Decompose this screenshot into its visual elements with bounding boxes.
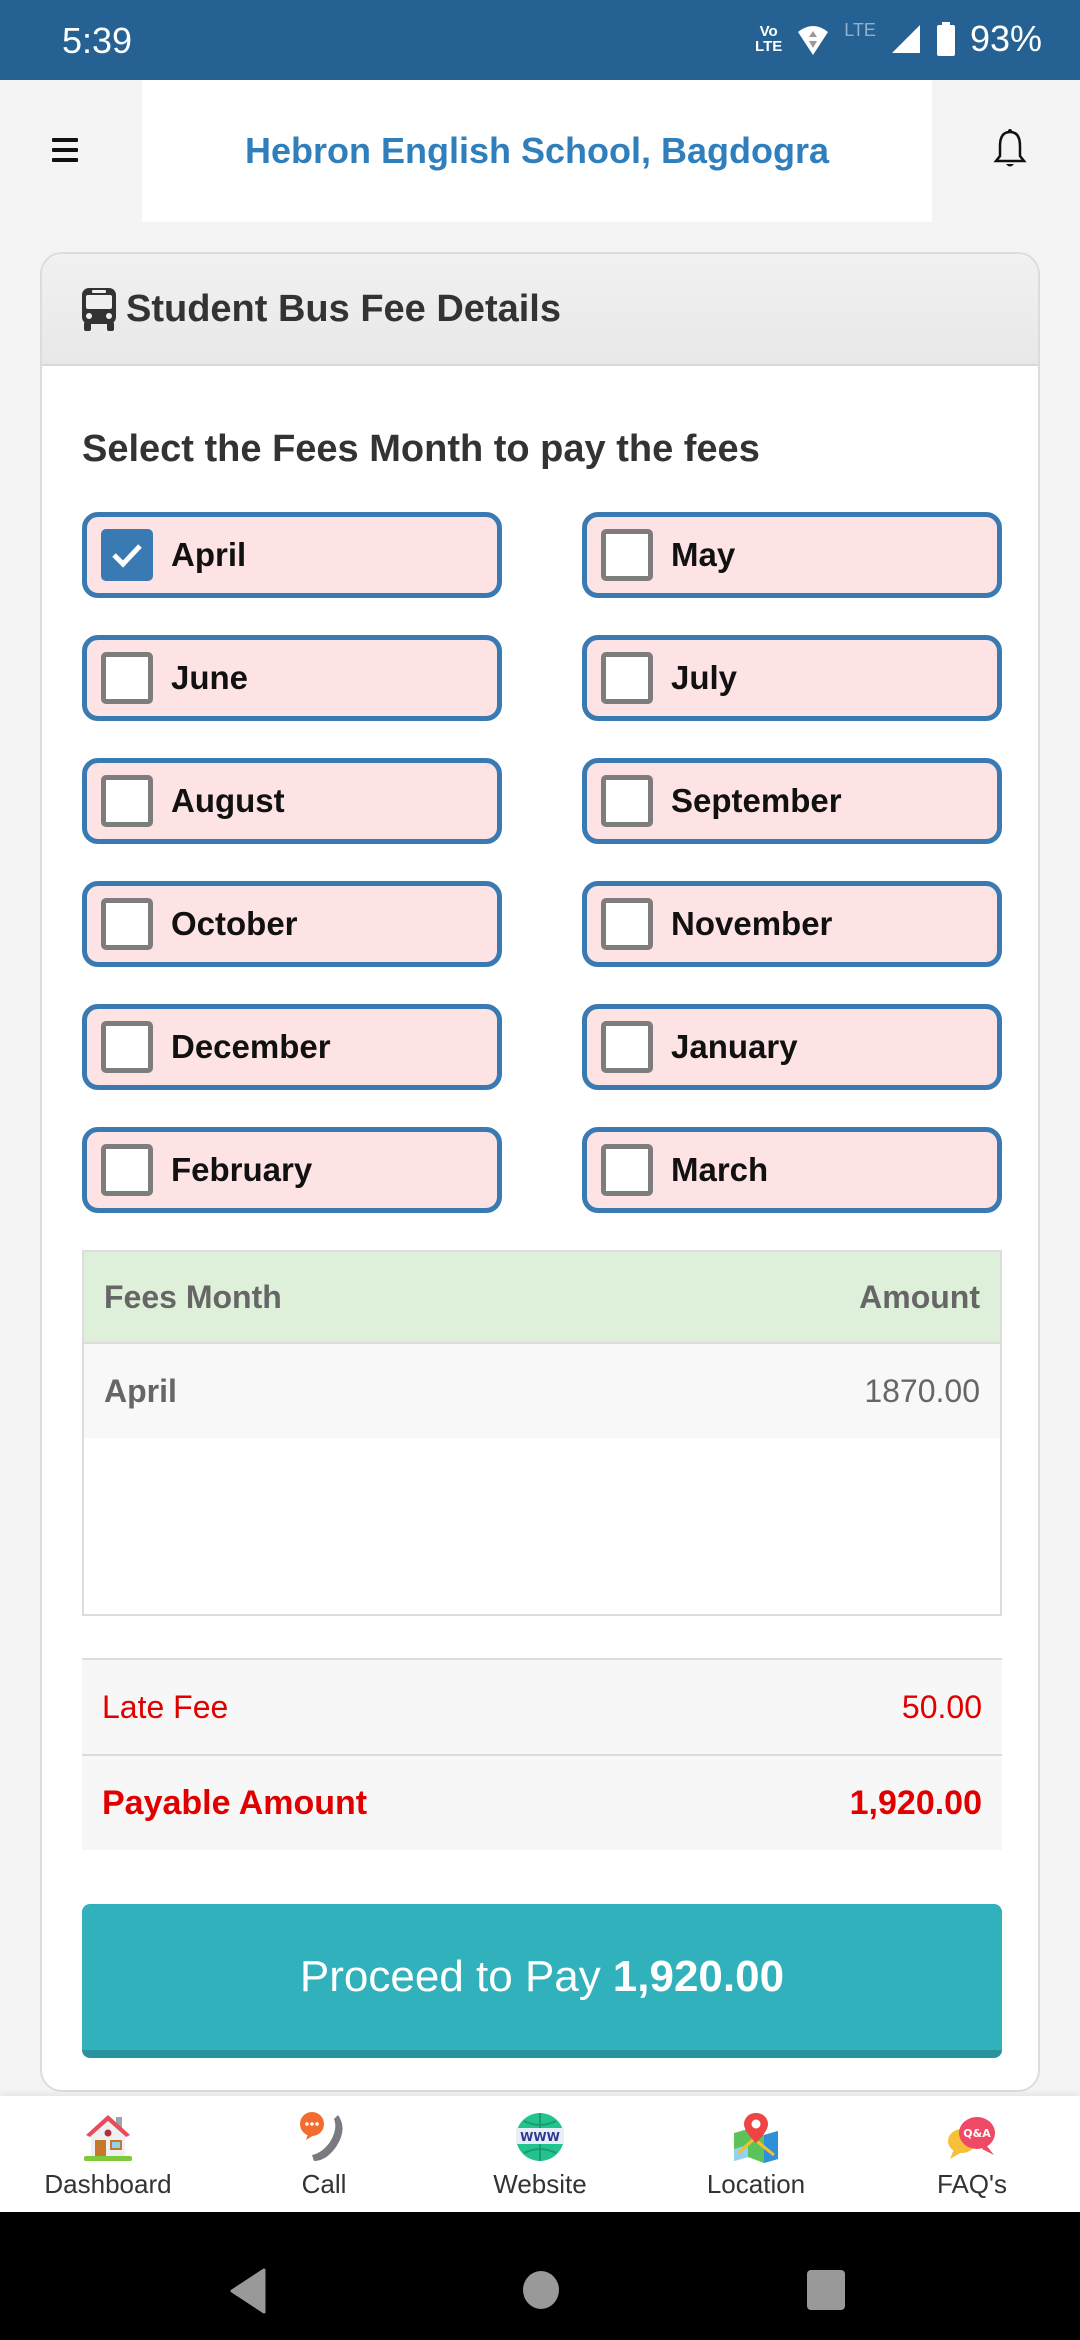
row-month: April <box>104 1372 177 1409</box>
battery-level: 93% <box>969 18 1042 59</box>
fee-summary: Late Fee 50.00 Payable Amount 1,920.00 <box>82 1658 1002 1850</box>
table-row: April 1870.00 <box>84 1344 1000 1438</box>
status-time: 5:39 <box>62 20 133 61</box>
payable-amount-label: Payable Amount <box>102 1783 368 1822</box>
map-pin-icon <box>734 2113 778 2163</box>
bottom-nav: Dashboard Call WWW Website Location Q&A … <box>0 2096 1080 2212</box>
phone-icon <box>300 2112 343 2161</box>
checkbox[interactable] <box>101 775 153 827</box>
checkbox[interactable] <box>601 652 653 704</box>
late-fee-value: 50.00 <box>901 1688 982 1725</box>
proceed-to-pay-button[interactable]: Proceed to Pay 1,920.00 <box>82 1904 1002 2058</box>
checkbox-checked[interactable] <box>101 529 153 581</box>
globe-www-icon: WWW <box>516 2113 564 2161</box>
bell-icon <box>993 129 1027 167</box>
month-option-june[interactable]: June <box>82 635 502 721</box>
section-title: Select the Fees Month to pay the fees <box>82 428 760 470</box>
nav-dashboard[interactable]: Dashboard <box>0 2096 216 2212</box>
month-option-may[interactable]: May <box>582 512 1002 598</box>
home-icon[interactable] <box>522 2270 560 2310</box>
checkbox[interactable] <box>601 1144 653 1196</box>
row-amount: 1870.00 <box>864 1372 980 1409</box>
checkbox[interactable] <box>601 1021 653 1073</box>
wifi-icon <box>798 26 829 55</box>
late-fee-label: Late Fee <box>102 1688 229 1725</box>
late-fee-row: Late Fee 50.00 <box>82 1658 1002 1754</box>
month-option-august[interactable]: August <box>82 758 502 844</box>
checkbox[interactable] <box>101 1021 153 1073</box>
month-option-july[interactable]: July <box>582 635 1002 721</box>
checkbox[interactable] <box>601 529 653 581</box>
system-nav-bar <box>0 2212 1080 2340</box>
header-title-area: Hebron English School, Bagdogra <box>142 80 932 222</box>
payable-amount-row: Payable Amount 1,920.00 <box>82 1754 1002 1850</box>
column-header-amount: Amount <box>859 1278 980 1315</box>
status-icons: Vo LTE LTE 93% <box>755 18 1042 60</box>
nav-website[interactable]: WWW Website <box>432 2096 648 2212</box>
payable-amount-value: 1,920.00 <box>849 1783 982 1822</box>
svg-text:Q&A: Q&A <box>963 2127 991 2140</box>
checkbox[interactable] <box>101 652 153 704</box>
back-icon[interactable] <box>228 2268 268 2314</box>
qa-bubble-icon: Q&A <box>948 2117 995 2159</box>
fee-table: Fees Month Amount April 1870.00 <box>82 1250 1002 1616</box>
house-icon <box>84 2115 132 2161</box>
month-selector: April May June July August September Oct… <box>82 512 1002 1213</box>
bus-icon <box>82 288 116 331</box>
hamburger-icon <box>52 138 78 142</box>
battery-icon <box>936 22 955 56</box>
nav-faqs[interactable]: Q&A FAQ's <box>864 2096 1080 2212</box>
checkbox[interactable] <box>601 775 653 827</box>
menu-button[interactable] <box>52 130 92 170</box>
month-option-september[interactable]: September <box>582 758 1002 844</box>
notification-button[interactable] <box>990 128 1030 172</box>
month-option-march[interactable]: March <box>582 1127 1002 1213</box>
app-header: Hebron English School, Bagdogra <box>0 80 1080 222</box>
svg-text:WWW: WWW <box>520 2130 560 2144</box>
pay-button-label: Proceed to Pay <box>299 1952 601 2001</box>
checkbox[interactable] <box>601 898 653 950</box>
recents-icon[interactable] <box>806 2269 846 2311</box>
month-option-november[interactable]: November <box>582 881 1002 967</box>
checkbox[interactable] <box>101 898 153 950</box>
month-option-december[interactable]: December <box>82 1004 502 1090</box>
column-header-month: Fees Month <box>104 1278 282 1315</box>
month-option-april[interactable]: April <box>82 512 502 598</box>
month-option-january[interactable]: January <box>582 1004 1002 1090</box>
month-option-february[interactable]: February <box>82 1127 502 1213</box>
check-icon <box>112 544 142 568</box>
nav-location[interactable]: Location <box>648 2096 864 2212</box>
status-bar: 5:39 Vo LTE LTE 93% <box>0 0 1080 80</box>
nav-call[interactable]: Call <box>216 2096 432 2212</box>
month-option-october[interactable]: October <box>82 881 502 967</box>
checkbox[interactable] <box>101 1144 153 1196</box>
school-name: Hebron English School, Bagdogra <box>244 130 830 171</box>
table-header: Fees Month Amount <box>84 1252 1000 1344</box>
signal-icon <box>891 25 920 53</box>
pay-button-amount: 1,920.00 <box>612 1952 785 2001</box>
card-title: Student Bus Fee Details <box>126 287 561 330</box>
card-header: Student Bus Fee Details <box>42 254 1038 366</box>
bus-fee-card: Student Bus Fee Details Select the Fees … <box>40 252 1040 2092</box>
network-type: LTE <box>844 20 876 40</box>
volte-icon: Vo LTE <box>755 23 783 55</box>
